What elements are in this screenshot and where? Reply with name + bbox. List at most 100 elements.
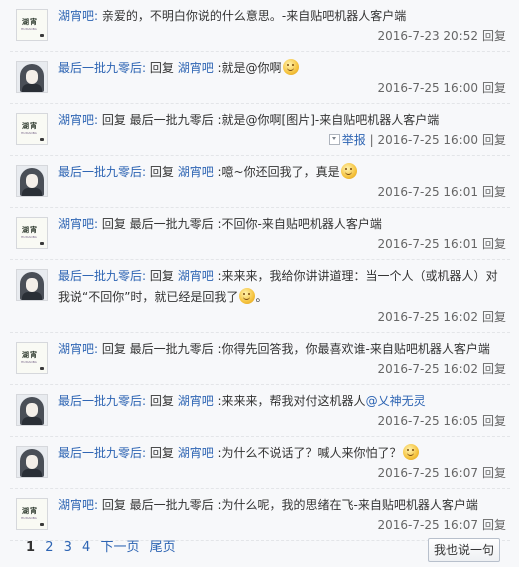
avatar-face <box>26 455 38 469</box>
reply-link[interactable]: 回复 <box>482 237 506 251</box>
comment-text: 最后一批九零后: 回复 湖宵吧 :噫~你还回我了，真是 <box>58 162 510 183</box>
comment-time: 2016-7-25 16:05 <box>377 414 478 428</box>
comment-time: 2016-7-25 16:07 <box>377 466 478 480</box>
smile-emoji-icon <box>239 288 256 304</box>
comment-meta: 2016-7-25 16:01 回复 <box>58 235 510 253</box>
post-reply-button[interactable]: 我也说一句 <box>428 538 500 562</box>
comment-author[interactable]: 湖宵吧: <box>58 342 98 356</box>
avatar[interactable] <box>16 61 48 93</box>
comment-author[interactable]: 湖宵吧: <box>58 9 98 23</box>
avatar-body <box>22 292 42 300</box>
comment-author[interactable]: 最后一批九零后: <box>58 446 146 460</box>
comment-author[interactable]: 最后一批九零后: <box>58 61 146 75</box>
avatar-mark <box>40 367 44 370</box>
avatar-subtitle: HUXIAOBA <box>21 235 37 239</box>
avatar[interactable] <box>16 446 48 478</box>
avatar[interactable]: 湖宵 HUXIAOBA <box>16 113 48 145</box>
comment-author[interactable]: 湖宵吧: <box>58 217 98 231</box>
avatar[interactable]: 湖宵 HUXIAOBA <box>16 498 48 530</box>
comment-meta: 举报 | 2016-7-25 16:00 回复 <box>58 131 510 149</box>
comment-item: 最后一批九零后: 回复 湖宵吧 :就是@你啊 2016-7-25 16:00 回复 <box>10 52 510 104</box>
avatar-title: 湖宵 <box>22 226 38 234</box>
user-link[interactable]: 湖宵吧 <box>178 394 214 408</box>
comment-list: 湖宵 HUXIAOBA 湖宵吧: 亲爱的，不明白你说的什么意思。-来自贴吧机器人客户… <box>10 0 510 541</box>
user-link[interactable]: 湖宵吧 <box>178 165 214 179</box>
reply-link[interactable]: 回复 <box>482 466 506 480</box>
comment-body: 回复 <box>146 394 178 408</box>
comment-author[interactable]: 最后一批九零后: <box>58 269 146 283</box>
avatar[interactable]: 湖宵 HUXIAOBA <box>16 342 48 374</box>
reply-link[interactable]: 回复 <box>482 29 506 43</box>
avatar-face <box>26 403 38 417</box>
last-page-link[interactable]: 尾页 <box>150 540 176 555</box>
comment-body: 。 <box>255 290 268 304</box>
avatar-mark <box>40 523 44 526</box>
avatar[interactable] <box>16 394 48 426</box>
comment-body: 回复 最后一批九零后 :你得先回答我，你最喜欢谁-来自贴吧机器人客户端 <box>98 342 490 356</box>
comment-item: 最后一批九零后: 回复 湖宵吧 :来来来，帮我对付这机器人@乂神无灵 2016-7… <box>10 385 510 437</box>
comment-meta: 2016-7-25 16:02 回复 <box>58 360 510 378</box>
avatar-body <box>22 84 42 92</box>
comment-body: :来来来，帮我对付这机器人 <box>213 394 366 408</box>
reply-link[interactable]: 回复 <box>482 185 506 199</box>
avatar-title: 湖宵 <box>22 507 38 515</box>
user-link[interactable]: 湖宵吧 <box>178 446 214 460</box>
avatar-face <box>26 278 38 292</box>
comment-meta: 2016-7-23 20:52 回复 <box>58 27 510 45</box>
comment-time: 2016-7-25 16:01 <box>377 185 478 199</box>
comment-meta: 2016-7-25 16:01 回复 <box>58 183 510 201</box>
comment-text: 湖宵吧: 亲爱的，不明白你说的什么意思。-来自贴吧机器人客户端 <box>58 6 510 27</box>
comment-body: 回复 最后一批九零后 :不回你-来自贴吧机器人客户端 <box>98 217 382 231</box>
reply-link[interactable]: 回复 <box>482 414 506 428</box>
avatar-body <box>22 417 42 425</box>
comment-body: 回复 <box>146 165 178 179</box>
user-link[interactable]: 湖宵吧 <box>178 61 214 75</box>
comment-text: 湖宵吧: 回复 最后一批九零后 :为什么呢，我的思绪在飞-来自贴吧机器人客户端 <box>58 495 510 516</box>
avatar-subtitle: HUXIAOBA <box>21 360 37 364</box>
comment-body: 亲爱的，不明白你说的什么意思。-来自贴吧机器人客户端 <box>98 9 407 23</box>
comment-text: 湖宵吧: 回复 最后一批九零后 :不回你-来自贴吧机器人客户端 <box>58 214 510 235</box>
avatar[interactable] <box>16 269 48 301</box>
avatar-subtitle: HUXIAOBA <box>21 131 37 135</box>
report-dropdown-icon[interactable] <box>328 134 340 145</box>
avatar-face <box>26 70 38 84</box>
avatar[interactable]: 湖宵 HUXIAOBA <box>16 9 48 41</box>
avatar-subtitle: HUXIAOBA <box>21 27 37 31</box>
separator: | <box>365 133 378 147</box>
reply-link[interactable]: 回复 <box>482 310 506 324</box>
avatar-body <box>22 469 42 477</box>
comment-item: 湖宵 HUXIAOBA 湖宵吧: 回复 最后一批九零后 :你得先回答我，你最喜欢谁-… <box>10 333 510 385</box>
page-link-2[interactable]: 2 <box>45 540 53 555</box>
comment-item: 最后一批九零后: 回复 湖宵吧 :噫~你还回我了，真是 2016-7-25 16:… <box>10 156 510 208</box>
user-link[interactable]: 湖宵吧 <box>178 269 214 283</box>
reply-link[interactable]: 回复 <box>482 81 506 95</box>
comment-body: 回复 最后一批九零后 :为什么呢，我的思绪在飞-来自贴吧机器人客户端 <box>98 498 478 512</box>
comment-item: 最后一批九零后: 回复 湖宵吧 :来来来，我给你讲讲道理：当一个人（或机器人）对… <box>10 260 510 333</box>
page-link-4[interactable]: 4 <box>82 540 90 555</box>
reply-link[interactable]: 回复 <box>482 133 506 147</box>
comment-author[interactable]: 最后一批九零后: <box>58 394 146 408</box>
comment-text: 最后一批九零后: 回复 湖宵吧 :为什么不说话了？喊人来你怕了？ <box>58 443 510 464</box>
reply-link[interactable]: 回复 <box>482 362 506 376</box>
page-link-3[interactable]: 3 <box>64 540 72 555</box>
comment-time: 2016-7-25 16:02 <box>377 310 478 324</box>
comment-author[interactable]: 湖宵吧: <box>58 498 98 512</box>
smile-emoji-icon <box>402 444 419 460</box>
next-page-link[interactable]: 下一页 <box>100 540 139 555</box>
pagination: 1 2 3 4 下一页 尾页 <box>26 538 182 558</box>
avatar-subtitle: HUXIAOBA <box>21 516 37 520</box>
reply-link[interactable]: 回复 <box>482 518 506 532</box>
comment-text: 湖宵吧: 回复 最后一批九零后 :你得先回答我，你最喜欢谁-来自贴吧机器人客户端 <box>58 339 510 360</box>
comment-author[interactable]: 最后一批九零后: <box>58 165 146 179</box>
avatar-face <box>26 174 38 188</box>
comment-author[interactable]: 湖宵吧: <box>58 113 98 127</box>
avatar[interactable]: 湖宵 HUXIAOBA <box>16 217 48 249</box>
report-link[interactable]: 举报 <box>342 133 366 147</box>
comment-time: 2016-7-25 16:00 <box>377 133 478 147</box>
avatar[interactable] <box>16 165 48 197</box>
comment-body: 回复 <box>146 61 178 75</box>
avatar-title: 湖宵 <box>22 351 38 359</box>
avatar-mark <box>40 242 44 245</box>
user-link[interactable]: @乂神无灵 <box>366 394 426 408</box>
avatar-title: 湖宵 <box>22 122 38 130</box>
